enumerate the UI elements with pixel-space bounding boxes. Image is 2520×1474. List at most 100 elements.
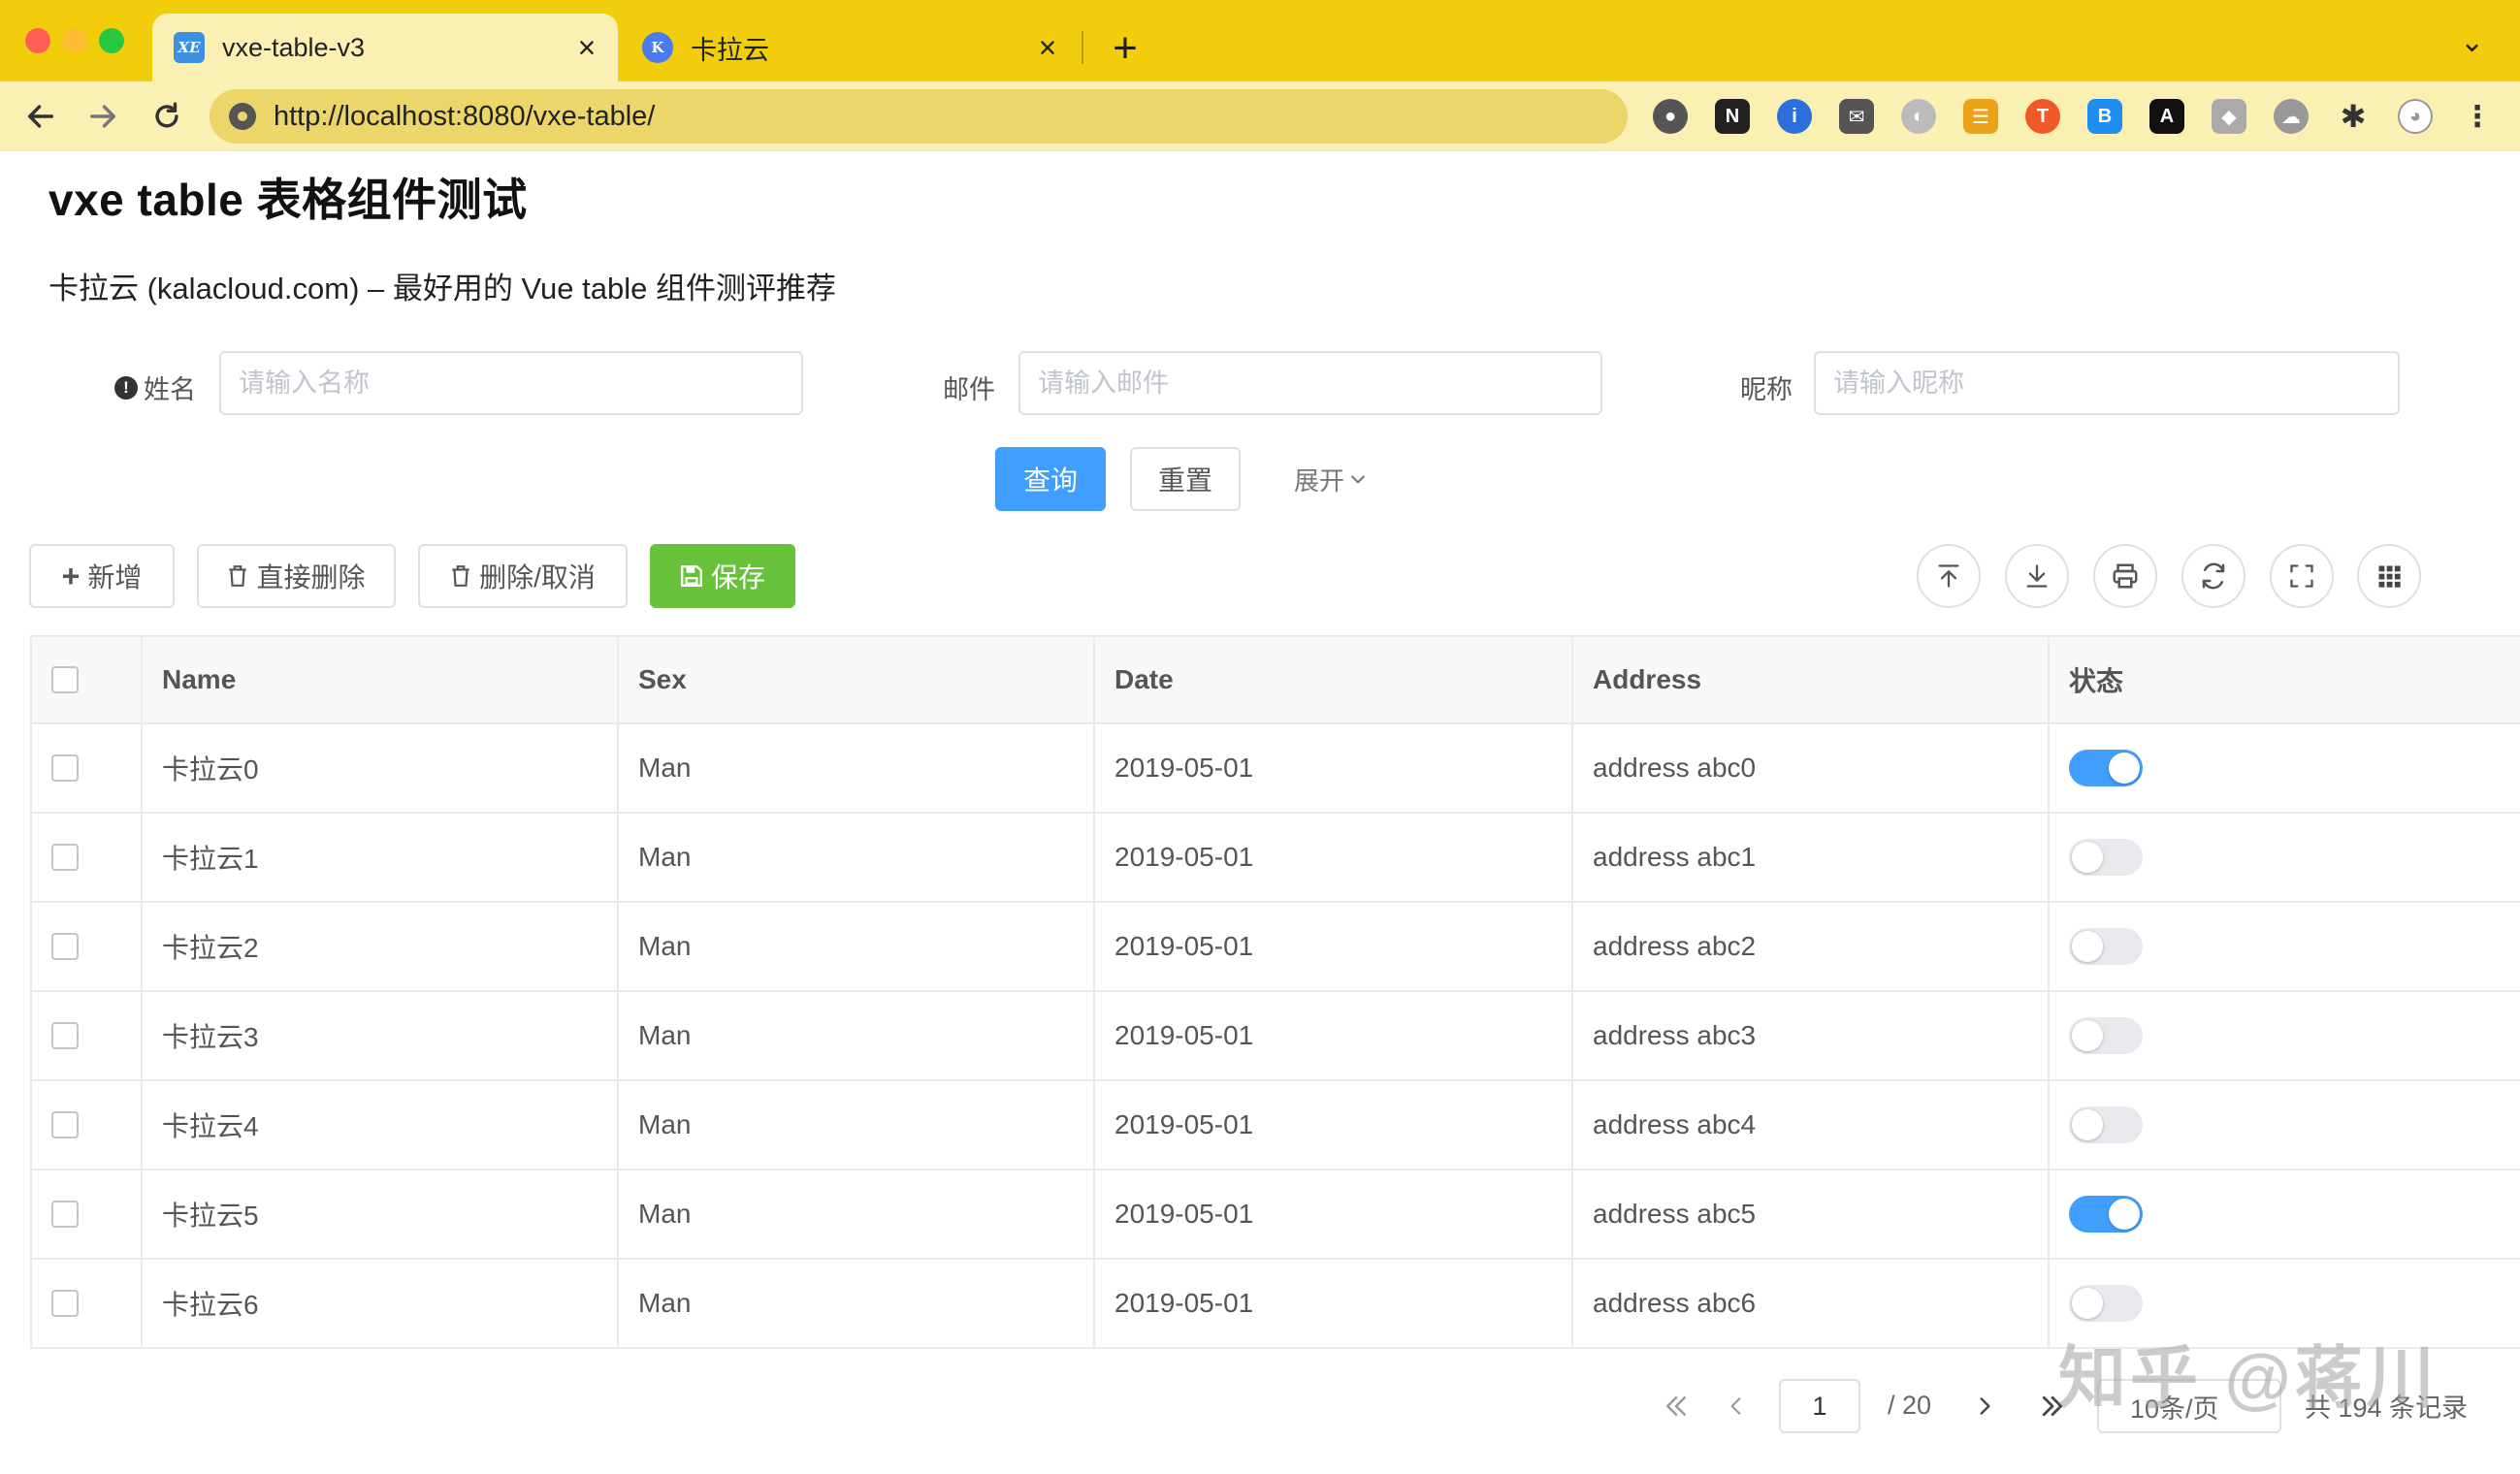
status-switch[interactable]	[2069, 1017, 2143, 1054]
cell-date[interactable]: 2019-05-01	[1095, 724, 1573, 812]
select-all-checkbox[interactable]	[51, 666, 79, 693]
cell-address[interactable]: address abc3	[1573, 992, 2050, 1079]
cell-name[interactable]: 卡拉云5	[143, 1170, 619, 1258]
cell-sex[interactable]: Man	[619, 992, 1095, 1079]
first-page-button[interactable]	[1657, 1382, 1696, 1430]
refresh-button[interactable]	[2181, 544, 2245, 608]
avatar-icon[interactable]: ◕	[2398, 99, 2433, 134]
import-button[interactable]	[1917, 544, 1981, 608]
save-button[interactable]: 保存	[650, 544, 795, 608]
delete-button[interactable]: 直接删除	[197, 544, 396, 608]
tab-close-icon[interactable]: ×	[1028, 30, 1067, 66]
table-row[interactable]: 卡拉云1 Man 2019-05-01 address abc1	[32, 814, 2520, 903]
back-arrow-icon[interactable]	[17, 93, 64, 140]
email-input[interactable]	[1018, 351, 1602, 415]
status-switch[interactable]	[2069, 750, 2143, 786]
browser-tab-active[interactable]: XE vxe-table-v3 ×	[152, 14, 618, 81]
cell-name[interactable]: 卡拉云1	[143, 814, 619, 901]
mail-icon[interactable]: ✉	[1839, 99, 1874, 134]
column-header-sex[interactable]: Sex	[619, 637, 1095, 722]
status-switch[interactable]	[2069, 1196, 2143, 1233]
prev-page-button[interactable]	[1717, 1382, 1756, 1430]
status-switch[interactable]	[2069, 1285, 2143, 1322]
cell-address[interactable]: address abc2	[1573, 903, 2050, 990]
export-button[interactable]	[2005, 544, 2069, 608]
puzzle-icon[interactable]: ✱	[2336, 99, 2371, 134]
grid-icon[interactable]: ☰	[1963, 99, 1998, 134]
mark-delete-button[interactable]: 删除/取消	[418, 544, 628, 608]
bookmark-icon[interactable]: B	[2087, 99, 2122, 134]
cell-sex[interactable]: Man	[619, 1260, 1095, 1347]
cell-address[interactable]: address abc4	[1573, 1081, 2050, 1169]
cell-address[interactable]: address abc1	[1573, 814, 2050, 901]
cell-date[interactable]: 2019-05-01	[1095, 1260, 1573, 1347]
nickname-input[interactable]	[1814, 351, 2400, 415]
cell-name[interactable]: 卡拉云0	[143, 724, 619, 812]
forward-arrow-icon[interactable]	[80, 93, 126, 140]
page-number-input[interactable]	[1779, 1379, 1860, 1433]
cell-date[interactable]: 2019-05-01	[1095, 1081, 1573, 1169]
tomato-icon[interactable]: ●	[1653, 99, 1688, 134]
cell-date[interactable]: 2019-05-01	[1095, 903, 1573, 990]
table-row[interactable]: 卡拉云0 Man 2019-05-01 address abc0	[32, 724, 2520, 814]
cloud-icon[interactable]: ☁	[2274, 99, 2309, 134]
row-checkbox[interactable]	[51, 933, 79, 960]
tab-search-chevron-icon[interactable]: ⌄	[2460, 25, 2484, 59]
notion-icon[interactable]: N	[1715, 99, 1750, 134]
note-icon[interactable]: A	[2149, 99, 2184, 134]
column-header-status[interactable]: 状态	[2050, 637, 2520, 722]
table-row[interactable]: 卡拉云5 Man 2019-05-01 address abc5	[32, 1170, 2520, 1260]
cell-name[interactable]: 卡拉云4	[143, 1081, 619, 1169]
columns-button[interactable]	[2357, 544, 2421, 608]
row-checkbox[interactable]	[51, 754, 79, 782]
name-input[interactable]	[219, 351, 803, 415]
cell-name[interactable]: 卡拉云6	[143, 1260, 619, 1347]
info-icon[interactable]: !	[114, 375, 138, 400]
browser-tab[interactable]: K 卡拉云 ×	[621, 14, 1079, 81]
new-tab-button[interactable]: +	[1106, 21, 1145, 76]
translate-icon[interactable]: T	[2025, 99, 2060, 134]
shield-icon[interactable]: ◆	[2212, 99, 2246, 134]
cell-address[interactable]: address abc0	[1573, 724, 2050, 812]
tab-close-icon[interactable]: ×	[567, 30, 606, 66]
add-button[interactable]: + 新增	[29, 544, 175, 608]
status-switch[interactable]	[2069, 839, 2143, 876]
zoom-window-button[interactable]	[99, 28, 124, 53]
row-checkbox[interactable]	[51, 1290, 79, 1317]
cell-name[interactable]: 卡拉云2	[143, 903, 619, 990]
cell-sex[interactable]: Man	[619, 724, 1095, 812]
row-checkbox[interactable]	[51, 1022, 79, 1049]
cell-address[interactable]: address abc6	[1573, 1260, 2050, 1347]
status-switch[interactable]	[2069, 928, 2143, 965]
password-icon[interactable]: i	[1777, 99, 1812, 134]
close-window-button[interactable]	[25, 28, 50, 53]
address-bar[interactable]: http://localhost:8080/vxe-table/	[210, 89, 1628, 144]
cell-sex[interactable]: Man	[619, 1081, 1095, 1169]
moon-icon[interactable]: ◐	[1901, 99, 1936, 134]
row-checkbox[interactable]	[51, 1111, 79, 1138]
reset-button[interactable]: 重置	[1130, 447, 1241, 511]
column-header-date[interactable]: Date	[1095, 637, 1573, 722]
cell-date[interactable]: 2019-05-01	[1095, 992, 1573, 1079]
table-row[interactable]: 卡拉云2 Man 2019-05-01 address abc2	[32, 903, 2520, 992]
fullscreen-button[interactable]	[2270, 544, 2334, 608]
column-header-name[interactable]: Name	[143, 637, 619, 722]
next-page-button[interactable]	[1965, 1382, 2004, 1430]
row-checkbox[interactable]	[51, 1201, 79, 1228]
reload-icon[interactable]	[144, 93, 190, 140]
table-row[interactable]: 卡拉云4 Man 2019-05-01 address abc4	[32, 1081, 2520, 1170]
column-header-address[interactable]: Address	[1573, 637, 2050, 722]
cell-sex[interactable]: Man	[619, 903, 1095, 990]
print-button[interactable]	[2093, 544, 2157, 608]
table-row[interactable]: 卡拉云3 Man 2019-05-01 address abc3	[32, 992, 2520, 1081]
cell-sex[interactable]: Man	[619, 1170, 1095, 1258]
cell-date[interactable]: 2019-05-01	[1095, 1170, 1573, 1258]
status-switch[interactable]	[2069, 1106, 2143, 1143]
expand-button[interactable]: 展开	[1280, 447, 1381, 511]
browser-menu-icon[interactable]: ⋮	[2460, 99, 2495, 134]
cell-sex[interactable]: Man	[619, 814, 1095, 901]
cell-name[interactable]: 卡拉云3	[143, 992, 619, 1079]
minimize-window-button[interactable]	[62, 28, 87, 53]
cell-address[interactable]: address abc5	[1573, 1170, 2050, 1258]
cell-date[interactable]: 2019-05-01	[1095, 814, 1573, 901]
